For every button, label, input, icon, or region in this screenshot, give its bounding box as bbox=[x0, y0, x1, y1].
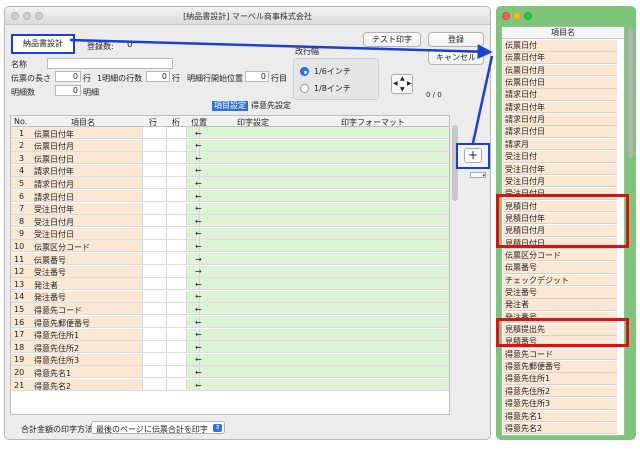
connector-arrows bbox=[69, 38, 494, 144]
tab-to-list-arrow bbox=[69, 38, 493, 60]
plus-to-list-line bbox=[471, 55, 494, 144]
